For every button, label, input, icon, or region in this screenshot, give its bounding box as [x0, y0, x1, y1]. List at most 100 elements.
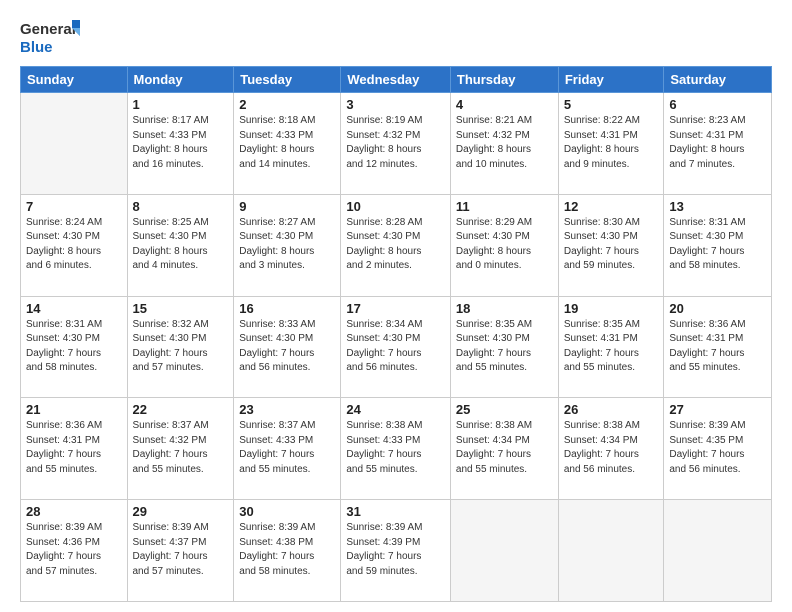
day-info: Sunrise: 8:39 AM Sunset: 4:39 PM Dayligh…: [346, 521, 445, 579]
day-info: Sunrise: 8:28 AM Sunset: 4:30 PM Dayligh…: [346, 216, 445, 274]
calendar-week-5: 28 Sunrise: 8:39 AM Sunset: 4:36 PM Dayli…: [21, 500, 772, 602]
calendar-header-tuesday: Tuesday: [234, 67, 341, 93]
calendar-cell: 20 Sunrise: 8:36 AM Sunset: 4:31 PM Dayli…: [664, 296, 772, 398]
day-number: 12: [564, 199, 659, 214]
calendar-cell: [450, 500, 558, 602]
calendar-cell: 22Sunrise: 8:37 AM Sunset: 4:32 PM Dayli…: [127, 398, 234, 500]
day-info: Sunrise: 8:17 AM Sunset: 4:33 PM Dayligh…: [133, 114, 229, 172]
day-number: 19: [564, 301, 659, 316]
day-info: Sunrise: 8:38 AM Sunset: 4:33 PM Dayligh…: [346, 419, 445, 477]
calendar-cell: 27 Sunrise: 8:39 AM Sunset: 4:35 PM Dayli…: [664, 398, 772, 500]
day-number: 25: [456, 402, 553, 417]
calendar-cell: 2 Sunrise: 8:18 AM Sunset: 4:33 PM Daylig…: [234, 93, 341, 195]
calendar-cell: 15 Sunrise: 8:32 AM Sunset: 4:30 PM Dayli…: [127, 296, 234, 398]
day-info: Sunrise: 8:32 AM Sunset: 4:30 PM Dayligh…: [133, 318, 229, 376]
calendar-cell: 23 Sunrise: 8:37 AM Sunset: 4:33 PM Dayli…: [234, 398, 341, 500]
day-number: 13: [669, 199, 766, 214]
calendar-cell: 9 Sunrise: 8:27 AM Sunset: 4:30 PM Daylig…: [234, 194, 341, 296]
day-info: Sunrise: 8:39 AM Sunset: 4:37 PM Dayligh…: [133, 521, 229, 579]
day-info: Sunrise: 8:22 AM Sunset: 4:31 PM Dayligh…: [564, 114, 659, 172]
calendar-cell: 17 Sunrise: 8:34 AM Sunset: 4:30 PM Dayli…: [341, 296, 451, 398]
day-info: Sunrise: 8:31 AM Sunset: 4:30 PM Dayligh…: [26, 318, 122, 376]
calendar-cell: 18 Sunrise: 8:35 AM Sunset: 4:30 PM Dayli…: [450, 296, 558, 398]
day-info: Sunrise: 8:38 AM Sunset: 4:34 PM Dayligh…: [564, 419, 659, 477]
calendar-cell: 12 Sunrise: 8:30 AM Sunset: 4:30 PM Dayli…: [558, 194, 664, 296]
day-info: Sunrise: 8:39 AM Sunset: 4:36 PM Dayligh…: [26, 521, 122, 579]
calendar-week-4: 21 Sunrise: 8:36 AM Sunset: 4:31 PM Dayli…: [21, 398, 772, 500]
calendar-cell: [558, 500, 664, 602]
calendar-header-row: SundayMondayTuesdayWednesdayThursdayFrid…: [21, 67, 772, 93]
day-number: 26: [564, 402, 659, 417]
day-info: Sunrise: 8:29 AM Sunset: 4:30 PM Dayligh…: [456, 216, 553, 274]
day-info: Sunrise: 8:25 AM Sunset: 4:30 PM Dayligh…: [133, 216, 229, 274]
day-number: 1: [133, 97, 229, 112]
calendar-cell: [21, 93, 128, 195]
svg-text:General: General: [20, 21, 76, 38]
calendar-header-thursday: Thursday: [450, 67, 558, 93]
day-number: 9: [239, 199, 335, 214]
calendar: SundayMondayTuesdayWednesdayThursdayFrid…: [20, 66, 772, 602]
day-number: 20: [669, 301, 766, 316]
day-info: Sunrise: 8:37 AM Sunset: 4:32 PM Dayligh…: [133, 419, 229, 477]
day-info: Sunrise: 8:39 AM Sunset: 4:38 PM Dayligh…: [239, 521, 335, 579]
calendar-cell: 29Sunrise: 8:39 AM Sunset: 4:37 PM Dayli…: [127, 500, 234, 602]
logo-icon: General Blue: [20, 16, 80, 58]
calendar-cell: 8Sunrise: 8:25 AM Sunset: 4:30 PM Daylig…: [127, 194, 234, 296]
calendar-cell: 14 Sunrise: 8:31 AM Sunset: 4:30 PM Dayli…: [21, 296, 128, 398]
day-number: 21: [26, 402, 122, 417]
calendar-cell: 21 Sunrise: 8:36 AM Sunset: 4:31 PM Dayli…: [21, 398, 128, 500]
calendar-week-3: 14 Sunrise: 8:31 AM Sunset: 4:30 PM Dayli…: [21, 296, 772, 398]
calendar-header-monday: Monday: [127, 67, 234, 93]
day-number: 28: [26, 504, 122, 519]
day-info: Sunrise: 8:31 AM Sunset: 4:30 PM Dayligh…: [669, 216, 766, 274]
day-number: 23: [239, 402, 335, 417]
calendar-header-saturday: Saturday: [664, 67, 772, 93]
calendar-cell: 3Sunrise: 8:19 AM Sunset: 4:32 PM Daylig…: [341, 93, 451, 195]
calendar-cell: 28 Sunrise: 8:39 AM Sunset: 4:36 PM Dayli…: [21, 500, 128, 602]
day-info: Sunrise: 8:39 AM Sunset: 4:35 PM Dayligh…: [669, 419, 766, 477]
calendar-cell: 11Sunrise: 8:29 AM Sunset: 4:30 PM Dayli…: [450, 194, 558, 296]
day-number: 27: [669, 402, 766, 417]
day-info: Sunrise: 8:37 AM Sunset: 4:33 PM Dayligh…: [239, 419, 335, 477]
page: General Blue SundayMondayTuesdayWednesda…: [0, 0, 792, 612]
day-number: 6: [669, 97, 766, 112]
calendar-cell: 31 Sunrise: 8:39 AM Sunset: 4:39 PM Dayli…: [341, 500, 451, 602]
day-info: Sunrise: 8:23 AM Sunset: 4:31 PM Dayligh…: [669, 114, 766, 172]
day-number: 7: [26, 199, 122, 214]
day-info: Sunrise: 8:24 AM Sunset: 4:30 PM Dayligh…: [26, 216, 122, 274]
day-number: 4: [456, 97, 553, 112]
day-number: 24: [346, 402, 445, 417]
logo: General Blue: [20, 16, 80, 58]
day-info: Sunrise: 8:36 AM Sunset: 4:31 PM Dayligh…: [669, 318, 766, 376]
day-number: 14: [26, 301, 122, 316]
day-info: Sunrise: 8:35 AM Sunset: 4:31 PM Dayligh…: [564, 318, 659, 376]
day-info: Sunrise: 8:30 AM Sunset: 4:30 PM Dayligh…: [564, 216, 659, 274]
calendar-cell: 25Sunrise: 8:38 AM Sunset: 4:34 PM Dayli…: [450, 398, 558, 500]
day-info: Sunrise: 8:21 AM Sunset: 4:32 PM Dayligh…: [456, 114, 553, 172]
calendar-cell: 19 Sunrise: 8:35 AM Sunset: 4:31 PM Dayli…: [558, 296, 664, 398]
calendar-cell: 7 Sunrise: 8:24 AM Sunset: 4:30 PM Daylig…: [21, 194, 128, 296]
header: General Blue: [20, 16, 772, 58]
day-number: 31: [346, 504, 445, 519]
day-number: 17: [346, 301, 445, 316]
day-info: Sunrise: 8:36 AM Sunset: 4:31 PM Dayligh…: [26, 419, 122, 477]
day-number: 18: [456, 301, 553, 316]
day-number: 2: [239, 97, 335, 112]
calendar-week-1: 1 Sunrise: 8:17 AM Sunset: 4:33 PM Daylig…: [21, 93, 772, 195]
day-info: Sunrise: 8:27 AM Sunset: 4:30 PM Dayligh…: [239, 216, 335, 274]
calendar-cell: 26 Sunrise: 8:38 AM Sunset: 4:34 PM Dayli…: [558, 398, 664, 500]
day-number: 5: [564, 97, 659, 112]
calendar-cell: 30 Sunrise: 8:39 AM Sunset: 4:38 PM Dayli…: [234, 500, 341, 602]
calendar-cell: [664, 500, 772, 602]
day-info: Sunrise: 8:34 AM Sunset: 4:30 PM Dayligh…: [346, 318, 445, 376]
calendar-cell: 1 Sunrise: 8:17 AM Sunset: 4:33 PM Daylig…: [127, 93, 234, 195]
day-info: Sunrise: 8:35 AM Sunset: 4:30 PM Dayligh…: [456, 318, 553, 376]
calendar-header-wednesday: Wednesday: [341, 67, 451, 93]
day-number: 15: [133, 301, 229, 316]
day-number: 30: [239, 504, 335, 519]
calendar-cell: 6 Sunrise: 8:23 AM Sunset: 4:31 PM Daylig…: [664, 93, 772, 195]
calendar-cell: 24 Sunrise: 8:38 AM Sunset: 4:33 PM Dayli…: [341, 398, 451, 500]
calendar-week-2: 7 Sunrise: 8:24 AM Sunset: 4:30 PM Daylig…: [21, 194, 772, 296]
calendar-cell: 5 Sunrise: 8:22 AM Sunset: 4:31 PM Daylig…: [558, 93, 664, 195]
day-info: Sunrise: 8:18 AM Sunset: 4:33 PM Dayligh…: [239, 114, 335, 172]
